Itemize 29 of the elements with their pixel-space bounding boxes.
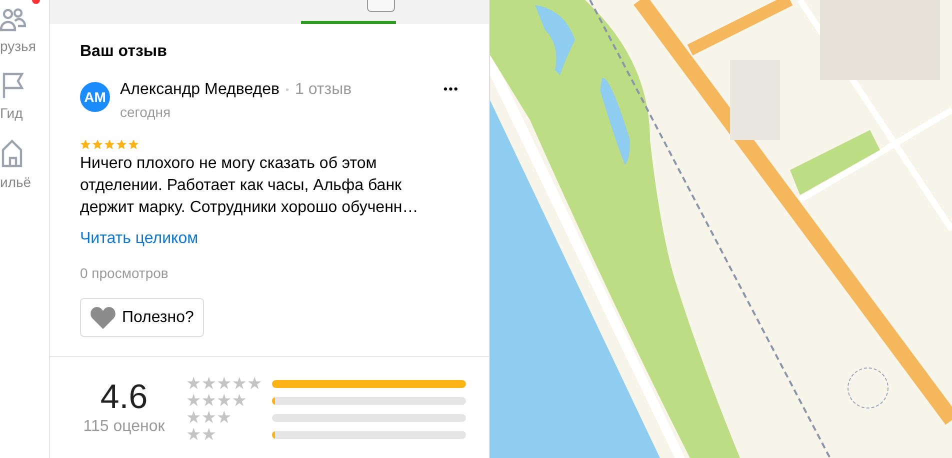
tab[interactable] [301,0,396,24]
read-more-link[interactable]: Читать целиком [80,227,465,251]
star-icon [92,139,103,150]
people-icon [0,6,26,32]
star-icon [128,139,139,150]
ratings-count: 115 оценок [83,417,165,437]
star-label: ★★★★★ [186,377,262,391]
star-icon [80,139,91,150]
star-label: ★★★ [186,411,232,425]
separator: • [286,84,290,98]
more-button[interactable]: ••• [443,80,459,98]
author-name[interactable]: Александр Медведев [120,78,280,102]
avatar: АМ [80,82,110,112]
helpful-button[interactable]: Полезно? [80,298,204,337]
review-count: 1 отзыв [295,80,352,100]
sidebar-item[interactable]: Гид [0,71,26,124]
flag-icon [0,71,26,99]
section-heading: Ваш отзыв [80,42,168,62]
star-label: ★★★★ [186,394,247,408]
heart-icon [90,306,116,329]
views-count: 0 просмотров [80,264,170,283]
star-label: ★★ [186,428,216,442]
sidebar-item[interactable]: ильё [0,138,32,193]
rating-score: 4.6 [100,377,148,417]
sidebar-item[interactable]: рузья [0,6,36,57]
star-icon [104,139,115,150]
review-date: сегодня [120,103,172,122]
review-text: Ничего плохого не могу сказать об этом отделении. Работает как часы, Альфа банк держит марку. Сотрудники хорошо обученн… [80,154,420,218]
star-icon [116,139,127,150]
